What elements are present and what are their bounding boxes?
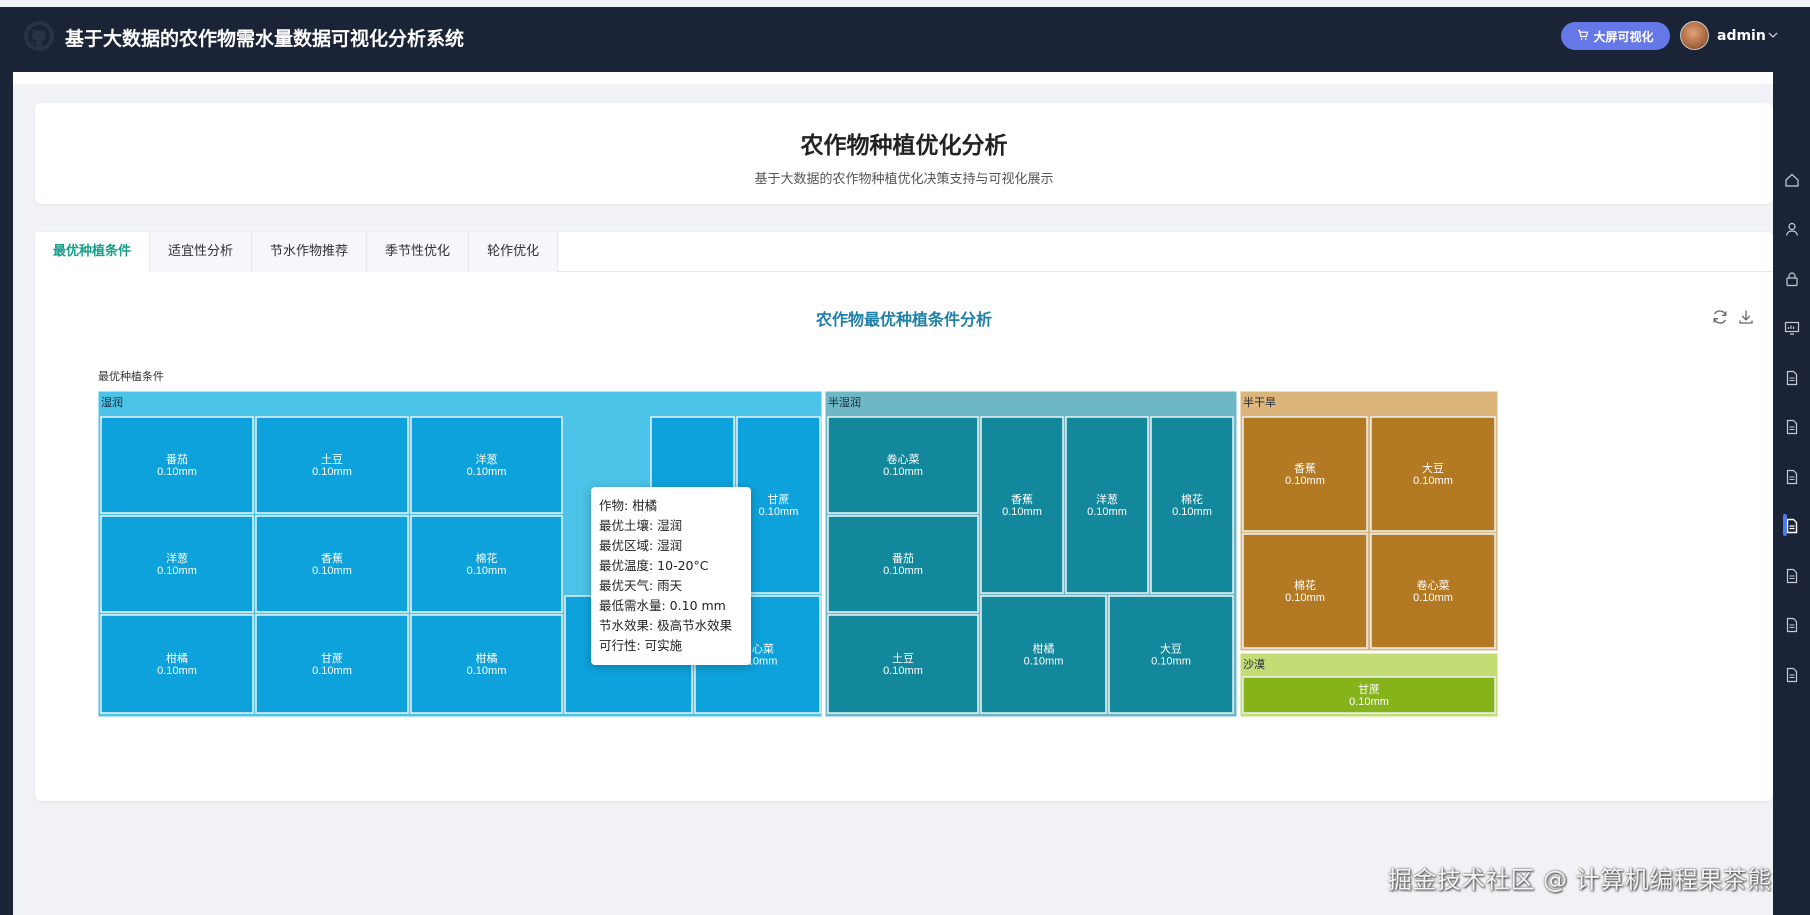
top-stripe: [0, 0, 1810, 7]
app-title: 基于大数据的农作物需水量数据可视化分析系统: [65, 28, 465, 50]
treemap-cell-value: 0.10mm: [1285, 592, 1325, 604]
treemap-chart[interactable]: 湿润番茄0.10mm土豆0.10mm洋葱0.10mm番茄0.10mm甘蔗0.10…: [98, 391, 1713, 761]
treemap-cell-name: 卷心菜: [1417, 578, 1450, 592]
treemap-cell-name: 洋葱: [476, 452, 498, 466]
treemap-cell-value: 0.10mm: [883, 665, 923, 677]
treemap-group-label: 半湿润: [828, 395, 861, 409]
page-title: 农作物种植优化分析: [800, 133, 1008, 159]
treemap-cell-value: 0.10mm: [467, 665, 507, 677]
treemap-cell-name: 卷心菜: [887, 452, 920, 466]
treemap-cell-name: 柑橘: [476, 651, 498, 665]
treemap-cell-value: 0.10mm: [157, 665, 197, 677]
tab-water-saving[interactable]: 节水作物推荐: [252, 232, 368, 272]
treemap-cell-name: 香蕉: [1011, 493, 1033, 506]
top-header: 基于大数据的农作物需水量数据可视化分析系统 大屏可视化 admin: [0, 0, 1810, 72]
treemap-cell-value: 0.10mm: [1002, 506, 1042, 518]
treemap-root-label: 最优种植条件: [98, 370, 164, 383]
treemap-cell-value: 0.10mm: [883, 466, 923, 478]
tooltip-water: 最低需水量: 0.10 mm: [599, 598, 726, 613]
username[interactable]: admin: [1717, 28, 1766, 44]
treemap-group-label: 沙漠: [1243, 658, 1265, 671]
bigscreen-button[interactable]: 大屏可视化: [1561, 22, 1670, 50]
refresh-icon[interactable]: [1711, 308, 1729, 326]
tooltip-region: 最优区域: 湿润: [599, 538, 683, 553]
bigscreen-label: 大屏可视化: [1593, 29, 1654, 44]
treemap-cell-name: 大豆: [1160, 642, 1182, 656]
tab-rotation[interactable]: 轮作优化: [469, 232, 559, 272]
avatar[interactable]: [1680, 21, 1709, 50]
treemap-cell-name: 大豆: [1422, 461, 1444, 475]
home-icon[interactable]: [1784, 172, 1800, 188]
treemap-cell-value: 0.10mm: [467, 565, 507, 577]
cart-icon: [1577, 29, 1589, 44]
treemap-cell-name: 棉花: [1181, 492, 1203, 506]
treemap-cell-value: 0.10mm: [157, 565, 197, 577]
treemap-cell-value: 0.10mm: [1413, 475, 1453, 487]
document-icon[interactable]: [1784, 419, 1800, 435]
tooltip-crop: 作物: 柑橘: [599, 498, 658, 513]
treemap-cell-value: 0.10mm: [1151, 656, 1191, 668]
tab-suitability[interactable]: 适宜性分析: [150, 232, 253, 272]
treemap-cell-name: 土豆: [321, 453, 343, 466]
treemap-cell-name: 香蕉: [1294, 462, 1316, 475]
treemap-cell-value: 0.10mm: [312, 565, 352, 577]
download-icon[interactable]: [1737, 308, 1755, 326]
tooltip-feasibility: 可行性: 可实施: [599, 638, 683, 653]
tab-seasonal[interactable]: 季节性优化: [367, 232, 470, 272]
treemap-cell-value: 0.10mm: [157, 466, 197, 478]
sidebar-active-indicator: [1783, 514, 1787, 536]
treemap-cell-value: 0.10mm: [759, 506, 799, 518]
document-icon[interactable]: [1784, 370, 1800, 386]
treemap-cell-name: 甘蔗: [1358, 683, 1380, 696]
treemap-cell-name: 甘蔗: [768, 493, 790, 506]
treemap-cell-name: 柑橘: [166, 651, 188, 665]
lock-icon[interactable]: [1784, 271, 1800, 287]
treemap-cell-value: 0.10mm: [312, 665, 352, 677]
treemap-cell-name: 番茄: [166, 452, 188, 466]
document-icon[interactable]: [1784, 469, 1800, 485]
treemap-cell-name: 土豆: [892, 652, 914, 665]
tooltip-soil: 最优土壤: 湿润: [599, 518, 683, 533]
user-icon[interactable]: [1784, 221, 1800, 237]
treemap-cell-value: 0.10mm: [1087, 506, 1127, 518]
chevron-down-icon[interactable]: [1767, 30, 1779, 40]
tab-optimal-conditions[interactable]: 最优种植条件: [35, 232, 151, 272]
treemap-tooltip: 作物: 柑橘 最优土壤: 湿润 最优区域: 湿润 最优温度: 10-20°C 最…: [591, 487, 751, 665]
tooltip-weather: 最优天气: 雨天: [599, 578, 683, 593]
document-icon[interactable]: [1784, 568, 1800, 584]
tooltip-effect: 节水效果: 极高节水效果: [599, 618, 733, 633]
chart-title: 农作物最优种植条件分析: [815, 310, 992, 329]
treemap-cell-name: 棉花: [1294, 578, 1316, 592]
document-icon[interactable]: [1784, 617, 1800, 633]
treemap-cell-name: 棉花: [476, 551, 498, 565]
treemap-cell-name: 香蕉: [321, 552, 343, 565]
treemap-cell-value: 0.10mm: [1413, 592, 1453, 604]
treemap-group-label: 半干旱: [1243, 395, 1276, 409]
treemap-cell-value: 0.10mm: [467, 466, 507, 478]
page-header-card: 农作物种植优化分析 基于大数据的农作物种植优化决策支持与可视化展示: [35, 103, 1773, 204]
treemap-cell-value: 0.10mm: [1285, 475, 1325, 487]
treemap-cell-value: 0.10mm: [1024, 656, 1064, 668]
treemap-cell-name: 甘蔗: [321, 652, 343, 665]
treemap-cell-name: 洋葱: [166, 551, 188, 565]
treemap-cell-name: 洋葱: [1096, 492, 1118, 506]
treemap-cell-name: 柑橘: [1033, 642, 1055, 656]
treemap-cell-value: 0.10mm: [883, 565, 923, 577]
page-subtitle: 基于大数据的农作物种植优化决策支持与可视化展示: [754, 172, 1054, 187]
content-card: 最优种植条件 适宜性分析 节水作物推荐 季节性优化 轮作优化 农作物最优种植条件…: [35, 232, 1773, 801]
treemap-group-label: 湿润: [101, 395, 123, 409]
watermark: 掘金技术社区 @ 计算机编程果茶熊: [1388, 866, 1772, 894]
monitor-chart-icon[interactable]: [1784, 320, 1800, 336]
treemap-cell-value: 0.10mm: [1349, 696, 1389, 708]
treemap-cell-name: 番茄: [892, 551, 914, 565]
github-logo-icon[interactable]: [24, 21, 54, 51]
right-sidebar: [1773, 72, 1810, 915]
left-edge: [0, 72, 13, 915]
tab-bar: 最优种植条件 适宜性分析 节水作物推荐 季节性优化 轮作优化: [35, 232, 1773, 272]
treemap-cell-value: 0.10mm: [312, 466, 352, 478]
tooltip-temp: 最优温度: 10-20°C: [599, 558, 709, 573]
document-icon[interactable]: [1784, 667, 1800, 683]
treemap-cell-value: 0.10mm: [1172, 506, 1212, 518]
